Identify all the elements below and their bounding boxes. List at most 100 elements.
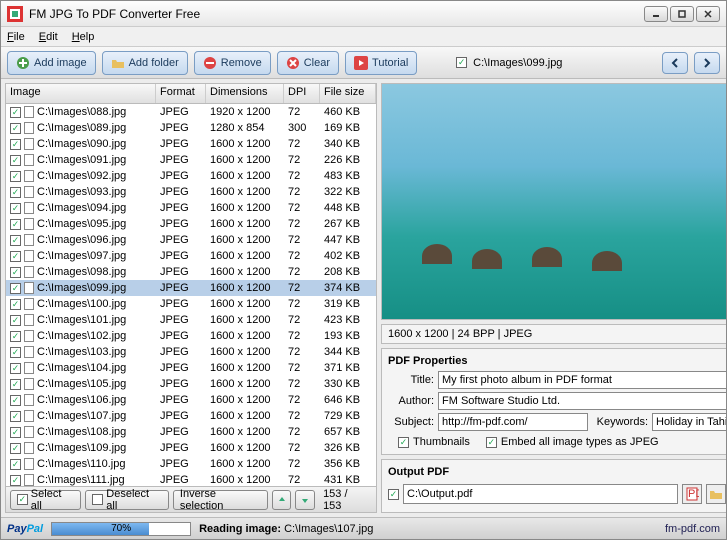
row-path: C:\Images\101.jpg bbox=[37, 314, 126, 326]
col-dpi[interactable]: DPI bbox=[284, 84, 320, 103]
row-checkbox[interactable]: ✓ bbox=[10, 139, 21, 150]
row-checkbox[interactable]: ✓ bbox=[10, 299, 21, 310]
row-checkbox[interactable]: ✓ bbox=[10, 235, 21, 246]
row-checkbox[interactable]: ✓ bbox=[10, 219, 21, 230]
col-filesize[interactable]: File size bbox=[320, 84, 376, 103]
deselect-all-button[interactable]: Deselect all bbox=[85, 490, 168, 510]
preview-checkbox[interactable]: ✓ bbox=[456, 57, 467, 68]
table-row[interactable]: ✓C:\Images\103.jpgJPEG1600 x 120072344 K… bbox=[6, 344, 376, 360]
right-pane: 1600 x 1200 | 24 BPP | JPEG Scale: 20 % … bbox=[381, 83, 726, 513]
move-up-button[interactable] bbox=[272, 490, 292, 510]
row-dimensions: 1600 x 1200 bbox=[206, 362, 284, 374]
row-checkbox[interactable]: ✓ bbox=[10, 331, 21, 342]
tutorial-button[interactable]: Tutorial bbox=[345, 51, 417, 75]
col-image[interactable]: Image bbox=[6, 84, 156, 103]
table-row[interactable]: ✓C:\Images\096.jpgJPEG1600 x 120072447 K… bbox=[6, 232, 376, 248]
keywords-input[interactable] bbox=[652, 413, 726, 431]
table-row[interactable]: ✓C:\Images\089.jpgJPEG1280 x 854300169 K… bbox=[6, 120, 376, 136]
row-size: 657 KB bbox=[320, 426, 376, 438]
file-icon bbox=[24, 346, 34, 358]
table-row[interactable]: ✓C:\Images\110.jpgJPEG1600 x 120072356 K… bbox=[6, 456, 376, 472]
title-input[interactable] bbox=[438, 371, 726, 389]
menu-help[interactable]: Help bbox=[72, 31, 95, 43]
row-dimensions: 1920 x 1200 bbox=[206, 106, 284, 118]
add-image-button[interactable]: Add image bbox=[7, 51, 96, 75]
col-dimensions[interactable]: Dimensions bbox=[206, 84, 284, 103]
row-checkbox[interactable]: ✓ bbox=[10, 475, 21, 486]
table-row[interactable]: ✓C:\Images\088.jpgJPEG1920 x 120072460 K… bbox=[6, 104, 376, 120]
file-icon bbox=[24, 138, 34, 150]
row-checkbox[interactable]: ✓ bbox=[10, 267, 21, 278]
row-checkbox[interactable]: ✓ bbox=[10, 187, 21, 198]
table-row[interactable]: ✓C:\Images\095.jpgJPEG1600 x 120072267 K… bbox=[6, 216, 376, 232]
table-row[interactable]: ✓C:\Images\100.jpgJPEG1600 x 120072319 K… bbox=[6, 296, 376, 312]
row-format: JPEG bbox=[156, 426, 206, 438]
table-row[interactable]: ✓C:\Images\099.jpgJPEG1600 x 120072374 K… bbox=[6, 280, 376, 296]
close-button[interactable] bbox=[696, 6, 720, 22]
subject-input[interactable] bbox=[438, 413, 588, 431]
pdf-icon-button[interactable]: PDF bbox=[682, 484, 702, 504]
table-row[interactable]: ✓C:\Images\109.jpgJPEG1600 x 120072326 K… bbox=[6, 440, 376, 456]
table-row[interactable]: ✓C:\Images\102.jpgJPEG1600 x 120072193 K… bbox=[6, 328, 376, 344]
row-checkbox[interactable]: ✓ bbox=[10, 443, 21, 454]
table-row[interactable]: ✓C:\Images\092.jpgJPEG1600 x 120072483 K… bbox=[6, 168, 376, 184]
table-row[interactable]: ✓C:\Images\090.jpgJPEG1600 x 120072340 K… bbox=[6, 136, 376, 152]
table-row[interactable]: ✓C:\Images\098.jpgJPEG1600 x 120072208 K… bbox=[6, 264, 376, 280]
row-checkbox[interactable]: ✓ bbox=[10, 283, 21, 294]
move-down-button[interactable] bbox=[295, 490, 315, 510]
inverse-selection-button[interactable]: Inverse selection bbox=[173, 490, 268, 510]
table-row[interactable]: ✓C:\Images\097.jpgJPEG1600 x 120072402 K… bbox=[6, 248, 376, 264]
file-icon bbox=[24, 474, 34, 486]
table-row[interactable]: ✓C:\Images\093.jpgJPEG1600 x 120072322 K… bbox=[6, 184, 376, 200]
table-row[interactable]: ✓C:\Images\091.jpgJPEG1600 x 120072226 K… bbox=[6, 152, 376, 168]
menu-file[interactable]: File bbox=[7, 31, 25, 43]
remove-button[interactable]: Remove bbox=[194, 51, 271, 75]
select-all-button[interactable]: ✓Select all bbox=[10, 490, 81, 510]
thumbnails-checkbox[interactable]: ✓Thumbnails bbox=[398, 436, 470, 448]
browse-output-button[interactable] bbox=[706, 484, 726, 504]
embed-jpeg-checkbox[interactable]: ✓Embed all image types as JPEG bbox=[486, 436, 659, 448]
row-checkbox[interactable]: ✓ bbox=[10, 411, 21, 422]
col-format[interactable]: Format bbox=[156, 84, 206, 103]
table-row[interactable]: ✓C:\Images\106.jpgJPEG1600 x 120072646 K… bbox=[6, 392, 376, 408]
output-checkbox[interactable]: ✓ bbox=[388, 489, 399, 500]
row-checkbox[interactable]: ✓ bbox=[10, 347, 21, 358]
clear-button[interactable]: Clear bbox=[277, 51, 339, 75]
maximize-button[interactable] bbox=[670, 6, 694, 22]
row-checkbox[interactable]: ✓ bbox=[10, 123, 21, 134]
file-icon bbox=[24, 186, 34, 198]
row-checkbox[interactable]: ✓ bbox=[10, 155, 21, 166]
next-image-button[interactable] bbox=[694, 52, 720, 74]
table-row[interactable]: ✓C:\Images\105.jpgJPEG1600 x 120072330 K… bbox=[6, 376, 376, 392]
row-checkbox[interactable]: ✓ bbox=[10, 363, 21, 374]
add-folder-button[interactable]: Add folder bbox=[102, 51, 188, 75]
row-checkbox[interactable]: ✓ bbox=[10, 427, 21, 438]
table-row[interactable]: ✓C:\Images\108.jpgJPEG1600 x 120072657 K… bbox=[6, 424, 376, 440]
table-row[interactable]: ✓C:\Images\101.jpgJPEG1600 x 120072423 K… bbox=[6, 312, 376, 328]
row-checkbox[interactable]: ✓ bbox=[10, 315, 21, 326]
row-checkbox[interactable]: ✓ bbox=[10, 459, 21, 470]
row-dimensions: 1600 x 1200 bbox=[206, 234, 284, 246]
paypal-logo[interactable]: PayPal bbox=[7, 523, 43, 535]
table-body[interactable]: ✓C:\Images\088.jpgJPEG1920 x 120072460 K… bbox=[6, 104, 376, 486]
author-input[interactable] bbox=[438, 392, 726, 410]
table-row[interactable]: ✓C:\Images\104.jpgJPEG1600 x 120072371 K… bbox=[6, 360, 376, 376]
row-checkbox[interactable]: ✓ bbox=[10, 379, 21, 390]
row-checkbox[interactable]: ✓ bbox=[10, 395, 21, 406]
row-path: C:\Images\090.jpg bbox=[37, 138, 126, 150]
menu-edit[interactable]: Edit bbox=[39, 31, 58, 43]
row-checkbox[interactable]: ✓ bbox=[10, 107, 21, 118]
table-row[interactable]: ✓C:\Images\107.jpgJPEG1600 x 120072729 K… bbox=[6, 408, 376, 424]
row-checkbox[interactable]: ✓ bbox=[10, 203, 21, 214]
output-path-input[interactable] bbox=[403, 484, 678, 504]
prev-image-button[interactable] bbox=[662, 52, 688, 74]
minimize-button[interactable] bbox=[644, 6, 668, 22]
table-row[interactable]: ✓C:\Images\111.jpgJPEG1600 x 120072431 K… bbox=[6, 472, 376, 486]
row-checkbox[interactable]: ✓ bbox=[10, 251, 21, 262]
vendor-link[interactable]: fm-pdf.com bbox=[665, 523, 720, 535]
table-row[interactable]: ✓C:\Images\094.jpgJPEG1600 x 120072448 K… bbox=[6, 200, 376, 216]
preview-image bbox=[381, 83, 726, 320]
file-icon bbox=[24, 154, 34, 166]
row-checkbox[interactable]: ✓ bbox=[10, 171, 21, 182]
row-size: 448 KB bbox=[320, 202, 376, 214]
